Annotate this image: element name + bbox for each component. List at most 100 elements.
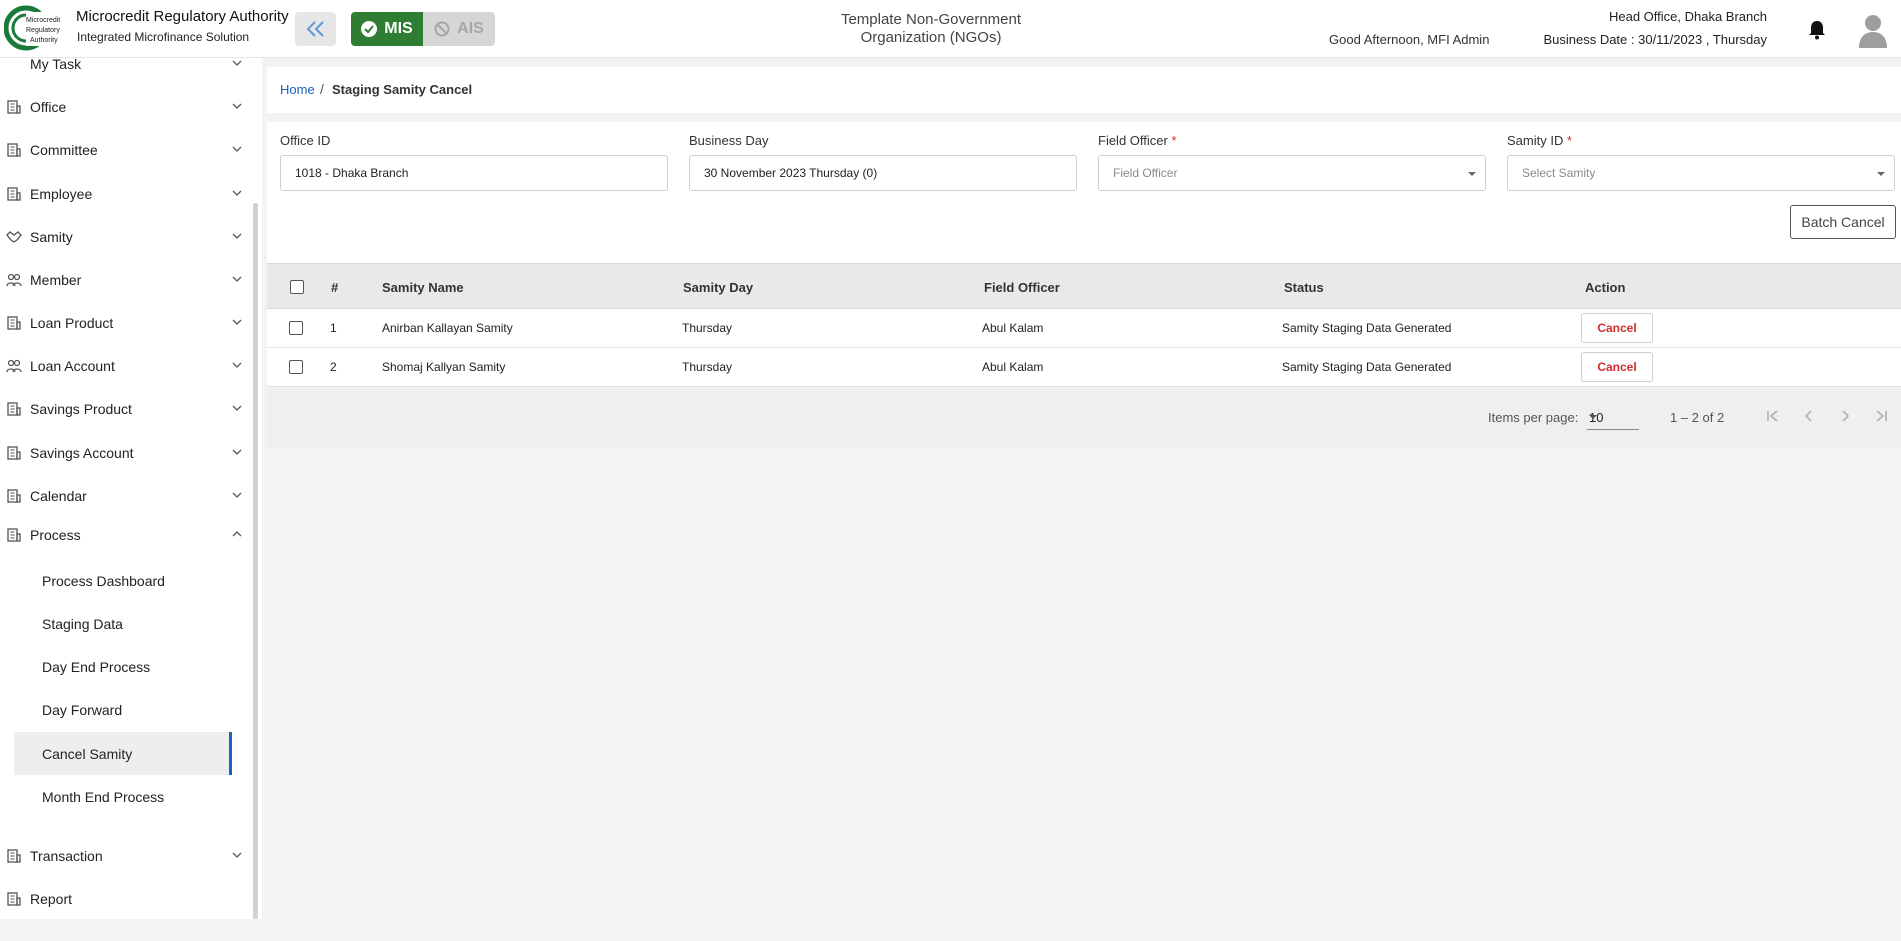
office-name: Head Office, Dhaka Branch [1608,9,1767,24]
breadcrumb-home-link[interactable]: Home [280,82,315,97]
sidebar-item-label: Savings Account [30,445,134,461]
chevron-down-icon [232,319,242,325]
sidebar-subitem-staging-data[interactable]: Staging Data [14,602,232,645]
sidebar-item-employee[interactable]: Employee [0,174,250,214]
building-icon [7,316,21,330]
table-header: # Samity Name Samity Day Field Officer S… [267,263,1901,309]
samity-id-select[interactable]: Select Samity [1507,155,1895,191]
sidebar-item-samity[interactable]: Samity [0,217,250,257]
sidebar-subitem-day-end-process[interactable]: Day End Process [14,645,232,688]
row-checkbox[interactable] [289,360,303,374]
mode-ais-button[interactable]: AIS [423,12,495,46]
batch-cancel-button[interactable]: Batch Cancel [1790,205,1896,239]
required-mark: * [1171,133,1177,148]
sidebar-item-savings-product[interactable]: Savings Product [0,389,250,429]
cancel-button[interactable]: Cancel [1581,313,1653,343]
dropdown-arrow-icon [1589,415,1597,419]
cancel-button[interactable]: Cancel [1581,352,1653,382]
chevron-down-icon [232,276,242,282]
column-header-field-officer: Field Officer [984,280,1060,295]
next-page-button[interactable] [1831,402,1859,430]
greeting: Good Afternoon, MFI Admin [1329,32,1490,47]
sidebar-subitem-label: Staging Data [42,615,123,632]
sidebar-item-loan-account[interactable]: Loan Account [0,346,250,386]
sidebar-subitem-label: Day End Process [42,658,151,675]
svg-text:Microcredit: Microcredit [26,17,60,24]
mra-logo: Microcredit Regulatory Authority [4,5,70,51]
chevron-up-icon [232,531,242,537]
sidebar-subitem-process-dashboard[interactable]: Process Dashboard [14,559,232,602]
column-header-number: # [331,280,339,295]
page-size-select[interactable]: 10 [1587,406,1639,430]
column-header-action: Action [1585,280,1626,295]
select-all-checkbox[interactable] [290,280,304,294]
last-page-button[interactable] [1867,402,1895,430]
people-icon [6,273,22,287]
building-icon [7,402,21,416]
page-range: 1 – 2 of 2 [1670,410,1725,425]
sidebar-item-process[interactable]: Process [0,515,250,555]
sidebar-subitem-cancel-samity[interactable]: Cancel Samity [14,732,232,775]
sidebar-item-committee[interactable]: Committee [0,130,250,170]
row-checkbox[interactable] [289,321,303,335]
breadcrumb-separator: / [320,81,324,97]
paginator: Items per page: 10 1 – 2 of 2 [267,388,1901,448]
samity-name: Anirban Kallayan Samity [382,321,513,335]
sidebar-subitem-label: Day Forward [42,701,123,718]
business-day-field[interactable]: 30 November 2023 Thursday (0) [689,155,1077,191]
row-number: 2 [330,360,337,374]
sidebar-item-loan-product[interactable]: Loan Product [0,303,250,343]
sidebar-item-transaction[interactable]: Transaction [0,836,250,876]
samity-name: Shomaj Kallyan Samity [382,360,506,374]
chevron-down-icon [232,405,242,411]
field-officer-label: Field Officer * [1098,133,1177,148]
building-icon [7,100,21,114]
sidebar-item-report[interactable]: Report [0,879,250,919]
table-row: 2 Shomaj Kallyan Samity Thursday Abul Ka… [267,348,1901,387]
field-officer-select[interactable]: Field Officer [1098,155,1486,191]
tenant-line-2: Organization (NGOs) [860,29,1002,46]
building-icon [7,143,21,157]
mode-mis-button[interactable]: MIS [351,12,423,46]
samity-day: Thursday [682,360,733,374]
check-circle-icon [361,21,378,37]
sidebar-subitem-day-forward[interactable]: Day Forward [14,688,232,731]
org-subtitle: Integrated Microfinance Solution [77,30,250,44]
dropdown-arrow-icon [1468,172,1476,176]
status: Samity Staging Data Generated [1282,360,1452,374]
sidebar-item-office[interactable]: Office [0,87,250,127]
sidebar-item-my-task[interactable]: My Task [0,58,250,84]
column-header-samity-name: Samity Name [382,280,464,295]
user-avatar-icon[interactable] [1857,12,1889,48]
building-icon [7,489,21,503]
sidebar-item-label: Loan Product [30,315,114,331]
first-page-button[interactable] [1759,402,1787,430]
collapse-sidebar-button[interactable] [295,12,336,46]
building-icon [7,187,21,201]
sidebar-scrollbar[interactable] [253,203,258,919]
app-header: Microcredit Regulatory Authority Microcr… [0,0,1901,58]
building-icon [7,892,21,906]
samity-id-label: Samity ID * [1507,133,1572,148]
notification-bell-icon[interactable] [1808,20,1826,40]
business-date: Business Date : 30/11/2023 , Thursday [1543,32,1767,47]
breadcrumb: Home / Staging Samity Cancel [267,67,1901,113]
sidebar-item-label: Savings Product [30,401,132,417]
chevron-right-icon [1842,410,1850,422]
field-officer-label-text: Field Officer [1098,133,1168,148]
sidebar-item-member[interactable]: Member [0,260,250,300]
mode-toggle: MIS AIS [351,12,495,46]
field-officer: Abul Kalam [982,321,1044,335]
sidebar-item-label: Samity [30,229,73,245]
sidebar-subitem-label: Process Dashboard [42,572,165,589]
mode-mis-label: MIS [384,20,413,37]
previous-page-button[interactable] [1795,402,1823,430]
sidebar-item-savings-account[interactable]: Savings Account [0,433,250,473]
chevron-down-icon [232,852,242,858]
sidebar-subitem-month-end-process[interactable]: Month End Process [14,775,232,818]
office-id-field[interactable]: 1018 - Dhaka Branch [280,155,668,191]
column-header-status: Status [1284,280,1324,295]
mode-ais-label: AIS [457,20,484,37]
sidebar-item-label: Committee [30,142,98,158]
sidebar-item-calendar[interactable]: Calendar [0,476,250,516]
